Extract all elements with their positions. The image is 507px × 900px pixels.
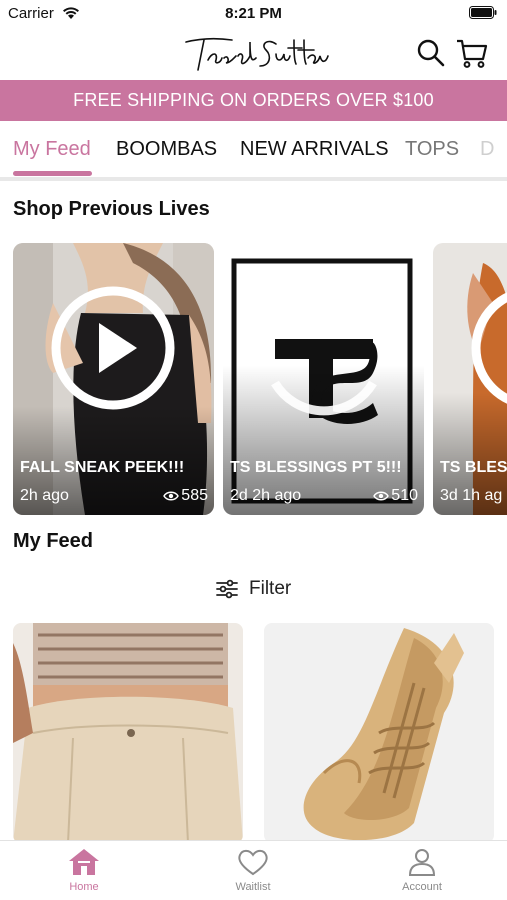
live-title: FALL SNEAK PEEK!!! — [20, 459, 185, 476]
active-tab-indicator — [13, 171, 92, 176]
status-time: 8:21 PM — [225, 5, 282, 22]
filter-icon — [216, 579, 238, 599]
nav-home[interactable]: Home — [44, 847, 124, 893]
nav-waitlist[interactable]: Waitlist — [213, 847, 293, 893]
tab-tops[interactable]: TOPS — [405, 138, 459, 161]
section-title-my-feed: My Feed — [13, 530, 94, 552]
promo-text: FREE SHIPPING ON ORDERS OVER $100 — [73, 90, 434, 110]
heart-icon — [238, 849, 268, 876]
tab-more[interactable]: D — [480, 138, 494, 161]
filter-label: Filter — [249, 578, 292, 599]
filter-button[interactable]: Filter — [215, 574, 291, 604]
live-views: 510 — [373, 487, 418, 505]
nav-label: Account — [402, 881, 442, 893]
tab-boombas[interactable]: BOOMBAS — [116, 138, 217, 161]
live-time: 3d 1h ag — [440, 487, 503, 504]
live-views: 585 — [163, 487, 208, 505]
promo-banner[interactable]: FREE SHIPPING ON ORDERS OVER $100 — [0, 80, 507, 121]
battery-icon — [469, 6, 497, 19]
product-card[interactable] — [264, 623, 494, 843]
brand-logo[interactable] — [180, 30, 330, 76]
view-count: 510 — [391, 487, 418, 504]
nav-label: Waitlist — [235, 881, 271, 893]
section-title-previous-lives: Shop Previous Lives — [13, 198, 210, 220]
eye-icon — [373, 491, 390, 501]
account-icon — [408, 849, 436, 876]
live-card[interactable]: TS BLESSINGS PT 5!!! 2d 2h ago 510 — [223, 243, 424, 515]
previous-lives-carousel[interactable]: FALL SNEAK PEEK!!! 2h ago 585 TS BLESSIN… — [0, 243, 507, 515]
eye-icon — [163, 491, 180, 501]
live-time: 2d 2h ago — [230, 487, 302, 504]
live-card[interactable]: FALL SNEAK PEEK!!! 2h ago 585 — [13, 243, 214, 515]
view-count: 585 — [181, 487, 208, 504]
live-title: TS BLESSINGS PT 5!!! — [230, 459, 402, 476]
tab-my-feed[interactable]: My Feed — [13, 138, 91, 161]
category-tabs: My Feed BOOMBAS NEW ARRIVALS TOPS D — [0, 121, 507, 179]
search-icon[interactable] — [416, 38, 446, 68]
product-image — [264, 623, 494, 843]
product-image — [13, 623, 243, 843]
nav-label: Home — [69, 881, 99, 893]
tabs-divider — [0, 177, 507, 181]
cart-icon[interactable] — [455, 36, 489, 70]
product-card[interactable] — [13, 623, 243, 843]
tab-new-arrivals[interactable]: NEW ARRIVALS — [240, 138, 389, 161]
live-title: TS BLESS — [440, 459, 507, 476]
bottom-nav: Home Waitlist Account — [0, 840, 507, 900]
live-time: 2h ago — [20, 487, 69, 504]
app-header — [0, 28, 507, 80]
status-bar: Carrier 8:21 PM — [0, 0, 507, 28]
live-card[interactable]: TS BLESS 3d 1h ag — [433, 243, 507, 515]
nav-account[interactable]: Account — [382, 847, 462, 893]
home-icon — [69, 849, 99, 875]
